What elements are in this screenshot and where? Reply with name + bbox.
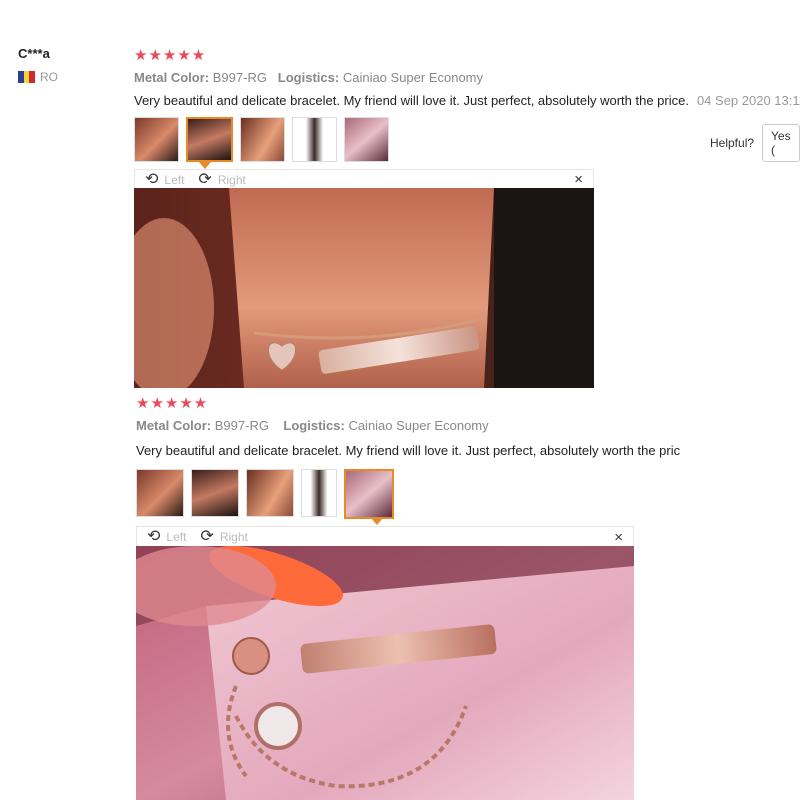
review-text: Very beautiful and delicate bracelet. My… [134,93,800,108]
logistics-label: Logistics: [277,70,340,85]
review-date: 04 Sep 2020 13:11 [696,93,800,108]
reviewer-country: RO [18,70,58,84]
image-viewer-toolbar: ⟲ Left ⟳ Right × [134,169,594,189]
rotate-left-icon[interactable]: ⟲ [147,529,160,545]
thumbnail[interactable] [191,469,239,517]
metal-color-label: Metal Color: [136,418,212,433]
thumbnail-active[interactable] [344,469,394,519]
thumbnail[interactable] [344,117,389,162]
thumbnail[interactable] [136,469,184,517]
helpful-label: Helpful? [710,136,755,150]
rotate-right-icon[interactable]: ⟳ [200,529,213,545]
metal-color-value: B997-RG [214,418,269,433]
helpful-section: Helpful? Yes ( [710,124,800,162]
logistics-value: Cainiao Super Economy [348,418,489,433]
review-thumbnails [134,117,389,162]
thumbnail[interactable] [292,117,337,162]
star-rating: ★★★★★ [136,395,209,412]
rotate-left-label[interactable]: Left [164,173,184,187]
thumbnail-active[interactable] [186,117,233,162]
helpful-yes-button[interactable]: Yes ( [762,124,800,162]
review-photo-large [136,546,634,800]
logistics-value: Cainiao Super Economy [342,70,484,85]
metal-color-label: Metal Color: [134,70,210,85]
review-thumbnails [136,469,394,519]
review-meta: Metal Color: B997-RG Logistics: Cainiao … [136,418,489,433]
review-text: Very beautiful and delicate bracelet. My… [136,443,681,458]
logistics-label: Logistics: [283,418,345,433]
star-rating: ★★★★★ [134,47,207,64]
review-photo-large [134,188,594,388]
thumbnail[interactable] [134,117,179,162]
rotate-right-label[interactable]: Right [218,173,246,187]
close-icon[interactable]: × [614,529,623,546]
metal-color-value: B997-RG [212,70,267,85]
rotate-right-icon[interactable]: ⟳ [198,171,211,188]
active-thumbnail-pointer [199,162,211,169]
active-thumbnail-pointer [371,518,383,525]
thumbnail[interactable] [240,117,285,162]
country-code: RO [40,70,58,84]
rotate-left-icon[interactable]: ⟲ [145,171,158,188]
rotate-left-label[interactable]: Left [166,530,186,544]
reviewer-name: C***a [18,46,50,61]
thumbnail[interactable] [246,469,294,517]
rotate-right-label[interactable]: Right [220,530,248,544]
close-icon[interactable]: × [574,171,583,188]
thumbnail[interactable] [301,469,337,517]
image-viewer-toolbar: ⟲ Left ⟳ Right × [136,526,634,547]
review-meta: Metal Color: B997-RG Logistics: Cainiao … [134,70,483,85]
romania-flag-icon [18,71,36,83]
